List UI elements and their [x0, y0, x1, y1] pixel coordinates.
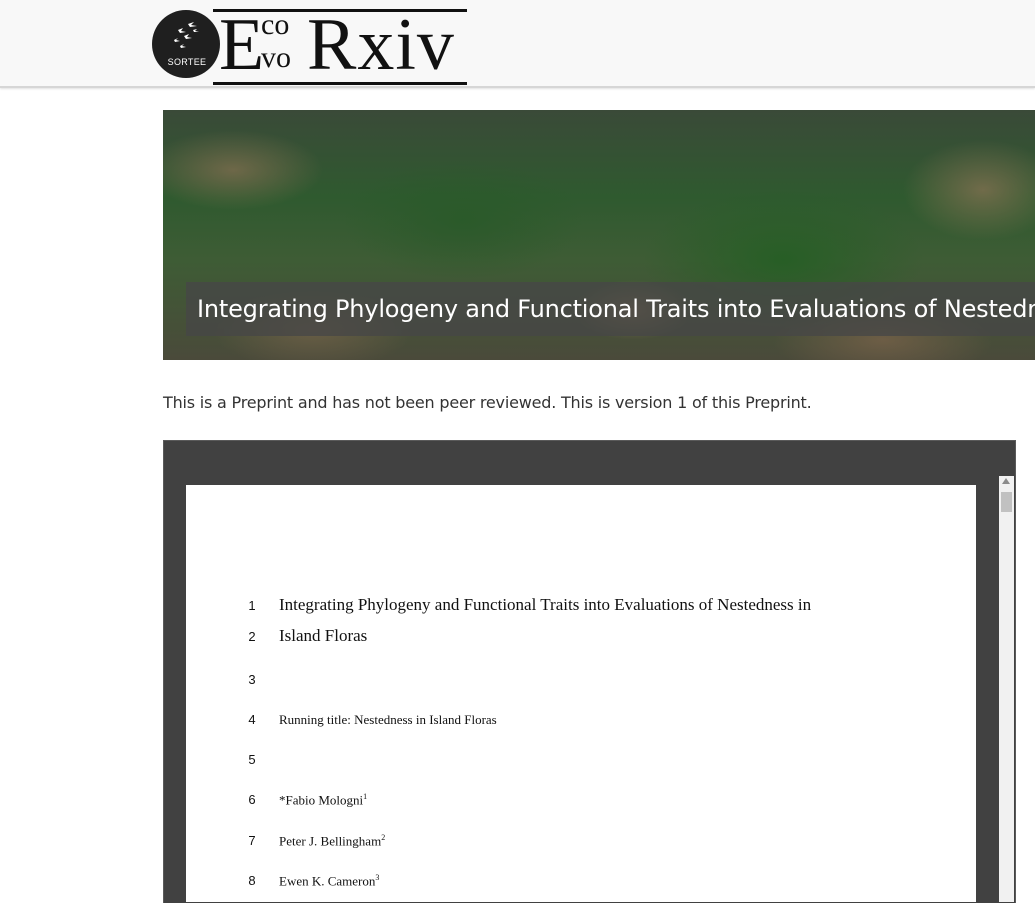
line-text: Running title: Nestedness in Island Flor… — [279, 712, 497, 727]
author-name: Ewen K. Cameron3 — [279, 873, 379, 889]
line-number: 1 — [248, 598, 256, 613]
sortee-label: SORTEE — [167, 57, 207, 67]
affiliation-number: 2 — [381, 833, 386, 842]
author-name: Peter J. Bellingham2 — [279, 833, 385, 849]
preprint-status-notice: This is a Preprint and has not been peer… — [163, 393, 812, 412]
line-number: 7 — [248, 833, 256, 848]
pdf-scrollbar[interactable] — [999, 476, 1014, 902]
affiliation-number: 1 — [363, 792, 368, 801]
line-number: 8 — [248, 873, 256, 888]
ecoevorxiv-wordmark: E co vo Rxiv — [213, 4, 467, 86]
wordmark-rxiv: Rxiv — [307, 4, 455, 86]
wordmark-e: E — [219, 4, 265, 86]
line-number: 5 — [248, 752, 256, 767]
preprint-banner: Integrating Phylogeny and Functional Tra… — [163, 110, 1035, 360]
author-name: *Fabio Mologni1 — [279, 792, 367, 808]
birds-icon — [174, 22, 199, 48]
line-number: 3 — [248, 672, 256, 687]
site-header: SORTEE E co vo Rxiv — [0, 0, 1035, 88]
banner-title-overlay: Integrating Phylogeny and Functional Tra… — [186, 282, 1035, 336]
line-text: Integrating Phylogeny and Functional Tra… — [279, 595, 812, 614]
line-number: 2 — [248, 629, 256, 644]
scroll-thumb[interactable] — [1001, 492, 1012, 512]
line-text: Ewen K. Cameron — [279, 873, 376, 889]
ecoevorxiv-logo[interactable]: SORTEE E co vo Rxiv — [151, 8, 469, 85]
sortee-badge: SORTEE — [152, 10, 220, 78]
line-number: 4 — [248, 712, 256, 727]
preprint-title: Integrating Phylogeny and Functional Tra… — [197, 295, 1035, 323]
wordmark-co: co — [261, 8, 290, 41]
wordmark-vo: vo — [261, 41, 291, 74]
line-text: *Fabio Mologni — [279, 792, 364, 808]
line-text: Island Floras — [279, 626, 368, 645]
scroll-up-arrow-icon[interactable] — [1002, 478, 1010, 484]
line-text: Peter J. Bellingham — [279, 833, 382, 849]
line-number: 6 — [248, 792, 256, 807]
pdf-page: 1 Integrating Phylogeny and Functional T… — [186, 485, 976, 902]
affiliation-number: 3 — [375, 873, 380, 882]
